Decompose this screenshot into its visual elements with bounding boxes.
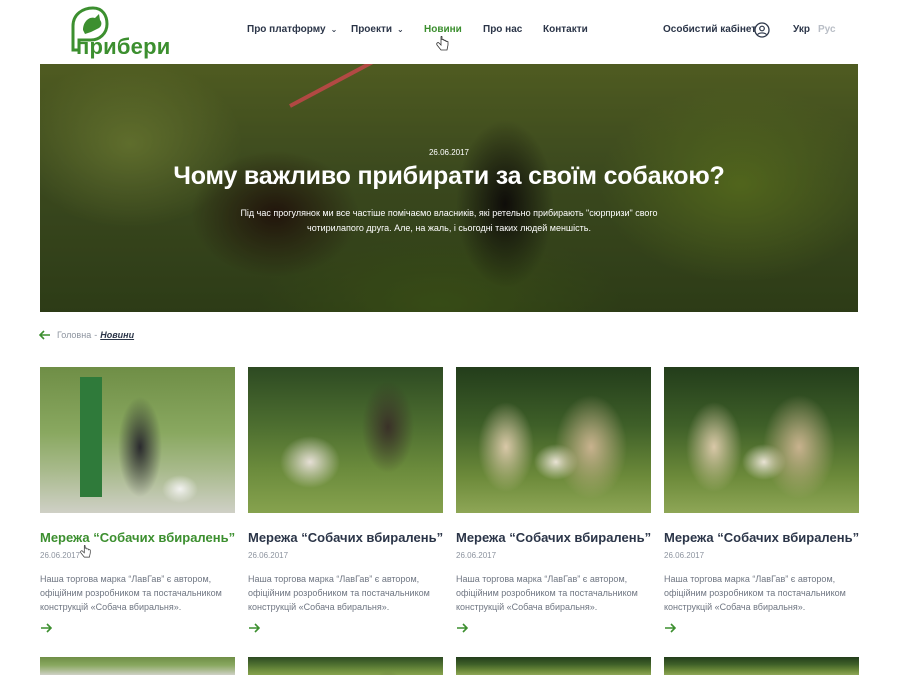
card-text: Наша торгова марка “ЛавГав” є автором, о…	[664, 574, 846, 612]
card-title[interactable]: Мережа “Собачих вбиралень”	[664, 530, 859, 545]
dog-waste-station	[80, 377, 102, 497]
nav-label: Проекти	[351, 24, 393, 35]
news-card[interactable]: Мережа “Собачих вбиралень” 26.06.2017 На…	[456, 367, 651, 633]
arrow-right-icon[interactable]	[40, 623, 52, 633]
news-card-image-partial[interactable]	[40, 657, 235, 675]
breadcrumb-current[interactable]: Новини	[100, 330, 134, 340]
nav-item-about-us[interactable]: Про нас	[483, 24, 522, 35]
card-text: Наша торгова марка “ЛавГав” є автором, о…	[248, 574, 430, 612]
news-card-image-partial[interactable]	[664, 657, 859, 675]
chevron-down-icon: ⌄	[330, 25, 338, 34]
hand-cursor-icon	[80, 545, 91, 558]
nav-item-projects[interactable]: Проекти ⌄	[351, 24, 404, 35]
card-image[interactable]	[456, 367, 651, 513]
breadcrumb-separator: -	[94, 330, 98, 340]
arrow-left-icon[interactable]	[39, 330, 51, 340]
hero-description: Під час прогулянок ми все частіше поміча…	[240, 208, 658, 233]
news-card[interactable]: Мережа “Собачих вбиралень” 26.06.2017 На…	[664, 367, 859, 633]
hand-cursor-icon	[436, 36, 449, 51]
card-text: Наша торгова марка “ЛавГав” є автором, о…	[456, 574, 638, 612]
nav-item-about-platform[interactable]: Про платформу ⌄	[247, 24, 337, 35]
news-card[interactable]: Мережа “Собачих вбиралень” 26.06.2017 На…	[248, 367, 443, 633]
arrow-right-icon[interactable]	[456, 623, 468, 633]
card-date: 26.06.2017	[664, 551, 705, 560]
breadcrumb: Головна - Новини	[39, 330, 134, 340]
card-title[interactable]: Мережа “Собачих вбиралень”	[248, 530, 443, 545]
arrow-right-icon[interactable]	[664, 623, 676, 633]
hero-title: Чому важливо прибирати за своїм собакою?	[173, 162, 725, 190]
card-image[interactable]	[248, 367, 443, 513]
card-image[interactable]	[664, 367, 859, 513]
card-date: 26.06.2017	[248, 551, 289, 560]
personal-cabinet-link[interactable]: Особистий кабінет	[663, 24, 756, 35]
nav-item-contacts[interactable]: Контакти	[543, 24, 588, 35]
card-text: Наша торгова марка “ЛавГав” є автором, о…	[40, 574, 222, 612]
site-header: прибери Про платформу ⌄ Проекти ⌄ Новини П…	[0, 0, 900, 64]
news-card-image-partial[interactable]	[456, 657, 651, 675]
news-card-image-partial[interactable]	[248, 657, 443, 675]
logo[interactable]: прибери	[69, 6, 170, 59]
hero-photo-detail	[289, 64, 442, 108]
chevron-down-icon: ⌄	[397, 25, 404, 34]
card-image[interactable]	[40, 367, 235, 513]
user-icon[interactable]	[754, 22, 770, 38]
language-ukr[interactable]: Укр	[793, 24, 810, 35]
nav-label: Контакти	[543, 24, 588, 35]
nav-label: Про платформу	[247, 24, 326, 35]
nav-label: Новини	[424, 24, 462, 35]
news-card[interactable]: Мережа “Собачих вбиралень” 26.06.2017 На…	[40, 367, 235, 633]
card-date: 26.06.2017	[40, 551, 81, 560]
breadcrumb-home[interactable]: Головна	[57, 330, 91, 340]
hero-date: 26.06.2017	[428, 148, 470, 157]
language-rus[interactable]: Рус	[818, 24, 836, 35]
hero-banner[interactable]: 26.06.2017 Чому важливо прибирати за сво…	[40, 64, 858, 312]
nav-item-news[interactable]: Новини	[424, 24, 462, 35]
card-date: 26.06.2017	[456, 551, 497, 560]
logo-text: прибери	[76, 34, 171, 59]
arrow-right-icon[interactable]	[248, 623, 260, 633]
card-title[interactable]: Мережа “Собачих вбиралень”	[40, 530, 235, 545]
card-title[interactable]: Мережа “Собачих вбиралень”	[456, 530, 651, 545]
nav-label: Про нас	[483, 24, 523, 35]
